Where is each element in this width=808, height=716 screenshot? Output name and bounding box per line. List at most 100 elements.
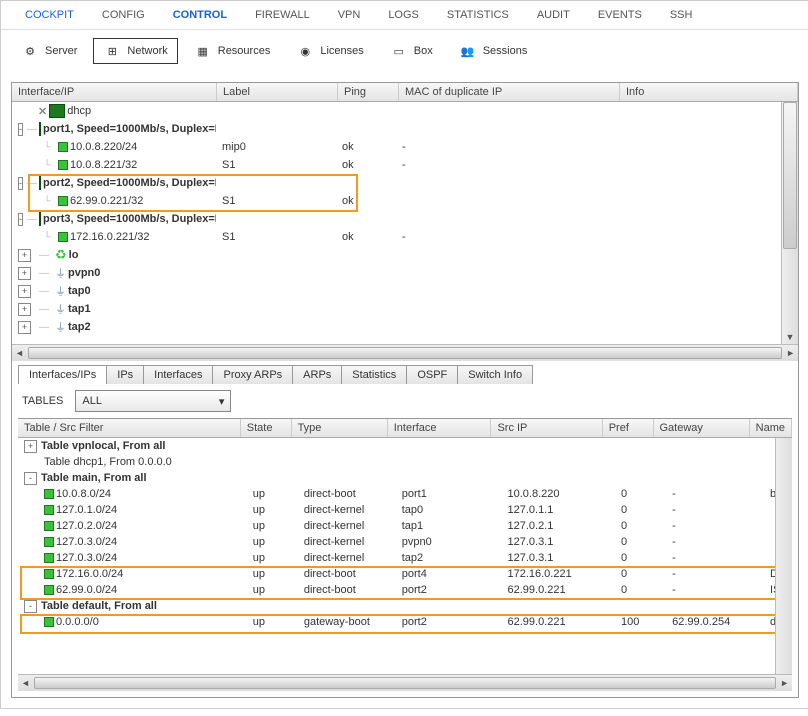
vscroll[interactable]: ▲▼ bbox=[781, 102, 798, 344]
tab-ips[interactable]: IPs bbox=[106, 365, 144, 384]
tree-row[interactable]: └ 10.0.8.220/24mip0ok- bbox=[12, 138, 798, 156]
tab-switchinfo[interactable]: Switch Info bbox=[457, 365, 533, 384]
expand-toggle[interactable]: - bbox=[24, 600, 37, 613]
route-row[interactable]: 127.0.3.0/24updirect-kernelpvpn0127.0.3.… bbox=[18, 534, 776, 550]
ip-icon bbox=[44, 521, 54, 531]
port-icon bbox=[39, 212, 41, 226]
expand-toggle[interactable]: - bbox=[18, 123, 23, 136]
route-row[interactable]: - Table main, From all bbox=[18, 470, 776, 486]
vscroll[interactable] bbox=[775, 438, 792, 674]
route-table[interactable]: + Table vpnlocal, From allTable dhcp1, F… bbox=[18, 438, 792, 674]
route-row[interactable]: 127.0.3.0/24updirect-kerneltap2127.0.3.1… bbox=[18, 550, 776, 566]
expand-toggle[interactable]: + bbox=[18, 285, 31, 298]
people-icon: 👥 bbox=[459, 42, 477, 60]
tab-ospf[interactable]: OSPF bbox=[406, 365, 458, 384]
tab-arps[interactable]: ARPs bbox=[292, 365, 342, 384]
nav-statistics[interactable]: STATISTICS bbox=[433, 5, 523, 25]
route-row[interactable]: 62.99.0.0/24updirect-bootport262.99.0.22… bbox=[18, 582, 776, 598]
ip-icon bbox=[58, 196, 68, 206]
nav-vpn[interactable]: VPN bbox=[324, 5, 375, 25]
nav-audit[interactable]: AUDIT bbox=[523, 5, 584, 25]
route-row[interactable]: Table dhcp1, From 0.0.0.0 bbox=[18, 454, 776, 470]
x-icon: ✕ bbox=[38, 105, 47, 118]
tables-label: TABLES bbox=[22, 395, 63, 407]
expand-toggle[interactable]: - bbox=[18, 213, 23, 226]
interface-tree[interactable]: ✕ dhcp-— port1, Speed=1000Mb/s, Duplex=F… bbox=[12, 102, 798, 344]
badge-icon: ◉ bbox=[296, 42, 314, 60]
expand-toggle[interactable]: - bbox=[18, 177, 23, 190]
tree-row[interactable]: -— port1, Speed=1000Mb/s, Duplex=Full bbox=[12, 120, 798, 138]
ip-icon bbox=[44, 569, 54, 579]
subnav-server[interactable]: ⚙Server bbox=[11, 38, 87, 64]
tree-row[interactable]: +—⏚ tap1 bbox=[12, 300, 798, 318]
nav-config[interactable]: CONFIG bbox=[88, 5, 159, 25]
subnav-resources[interactable]: ▦Resources bbox=[184, 38, 281, 64]
nav-firewall[interactable]: FIREWALL bbox=[241, 5, 324, 25]
nav-cockpit[interactable]: COCKPIT bbox=[11, 5, 88, 25]
nav-logs[interactable]: LOGS bbox=[374, 5, 433, 25]
nav-events[interactable]: EVENTS bbox=[584, 5, 656, 25]
subnav-licenses[interactable]: ◉Licenses bbox=[286, 38, 373, 64]
ip-icon bbox=[58, 232, 68, 242]
device-icon: ⏚ bbox=[55, 301, 66, 317]
route-row[interactable]: 127.0.1.0/24updirect-kerneltap0127.0.1.1… bbox=[18, 502, 776, 518]
tables-select[interactable]: ALL▾ bbox=[75, 390, 231, 412]
tree-row[interactable]: └ 10.0.8.221/32S1ok- bbox=[12, 156, 798, 174]
col-gw[interactable]: Gateway bbox=[654, 419, 750, 437]
device-icon: ⏚ bbox=[55, 319, 66, 335]
tree-row[interactable]: +—⏚ tap0 bbox=[12, 282, 798, 300]
subnav-network[interactable]: ⊞Network bbox=[93, 38, 177, 64]
tab-interfaces[interactable]: Interfaces bbox=[143, 365, 213, 384]
tab-interfacesips[interactable]: Interfaces/IPs bbox=[18, 365, 107, 384]
col-name[interactable]: Name bbox=[750, 419, 792, 437]
route-header: Table / Src Filter State Type Interface … bbox=[18, 419, 792, 438]
hscroll[interactable]: ◄► bbox=[18, 674, 792, 691]
tree-row[interactable]: -— port3, Speed=1000Mb/s, Duplex=Full bbox=[12, 210, 798, 228]
nav-control[interactable]: CONTROL bbox=[159, 5, 241, 25]
nav-ssh[interactable]: SSH bbox=[656, 5, 707, 25]
route-row[interactable]: 127.0.2.0/24updirect-kerneltap1127.0.2.1… bbox=[18, 518, 776, 534]
col-pref[interactable]: Pref bbox=[603, 419, 654, 437]
subnav-sessions[interactable]: 👥Sessions bbox=[449, 38, 538, 64]
col-state[interactable]: State bbox=[241, 419, 292, 437]
subnav-box[interactable]: ▭Box bbox=[380, 38, 443, 64]
tree-row[interactable]: └ 172.16.0.221/32S1ok- bbox=[12, 228, 798, 246]
tree-row[interactable]: +—♻ lo bbox=[12, 246, 798, 264]
expand-toggle[interactable]: + bbox=[18, 321, 31, 334]
col-mac[interactable]: MAC of duplicate IP bbox=[399, 83, 620, 101]
tree-row[interactable]: +—⏚ tap2 bbox=[12, 318, 798, 336]
tree-row[interactable]: +—⏚ pvpn0 bbox=[12, 264, 798, 282]
col-interface[interactable]: Interface/IP bbox=[12, 83, 217, 101]
col-iface[interactable]: Interface bbox=[388, 419, 492, 437]
port-icon bbox=[39, 176, 41, 190]
ip-icon bbox=[44, 585, 54, 595]
expand-toggle[interactable]: + bbox=[18, 303, 31, 316]
expand-toggle[interactable]: + bbox=[18, 267, 31, 280]
tab-proxyarps[interactable]: Proxy ARPs bbox=[212, 365, 293, 384]
hscroll[interactable]: ◄► bbox=[12, 344, 798, 361]
tree-row[interactable]: ✕ dhcp bbox=[12, 102, 798, 120]
expand-toggle[interactable]: - bbox=[24, 472, 37, 485]
tab-statistics[interactable]: Statistics bbox=[341, 365, 407, 384]
top-nav: COCKPITCONFIGCONTROLFIREWALLVPNLOGSSTATI… bbox=[1, 1, 808, 30]
col-info[interactable]: Info bbox=[620, 83, 798, 101]
col-label[interactable]: Label bbox=[217, 83, 338, 101]
sub-nav: ⚙Server⊞Network ▦Resources◉Licenses ▭Box👥S… bbox=[1, 30, 808, 72]
tree-row[interactable]: -— port2, Speed=1000Mb/s, Duplex=Full bbox=[12, 174, 798, 192]
expand-toggle[interactable]: + bbox=[24, 440, 37, 453]
ip-icon bbox=[44, 505, 54, 515]
route-row[interactable]: 10.0.8.0/24updirect-bootport110.0.8.2200… bbox=[18, 486, 776, 502]
route-row[interactable]: - Table default, From all bbox=[18, 598, 776, 614]
route-row[interactable]: 0.0.0.0/0upgateway-bootport262.99.0.2211… bbox=[18, 614, 776, 630]
col-ping[interactable]: Ping bbox=[338, 83, 399, 101]
col-srcip[interactable]: Src IP bbox=[491, 419, 602, 437]
chip-icon: ▦ bbox=[194, 42, 212, 60]
ip-icon bbox=[44, 489, 54, 499]
route-row[interactable]: 172.16.0.0/24updirect-bootport4172.16.0.… bbox=[18, 566, 776, 582]
col-type[interactable]: Type bbox=[292, 419, 388, 437]
tree-row[interactable]: └ 62.99.0.221/32S1ok bbox=[12, 192, 798, 210]
route-row[interactable]: + Table vpnlocal, From all bbox=[18, 438, 776, 454]
ip-icon bbox=[44, 537, 54, 547]
expand-toggle[interactable]: + bbox=[18, 249, 31, 262]
col-src[interactable]: Table / Src Filter bbox=[18, 419, 241, 437]
